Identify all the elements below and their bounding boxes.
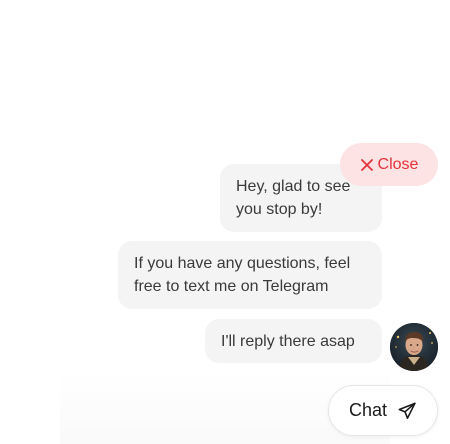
chat-button-label: Chat: [348, 400, 388, 420]
avatar: [390, 323, 438, 371]
message-bubble-reply: I'll reply there asap: [205, 319, 382, 363]
close-button[interactable]: Close: [340, 143, 438, 186]
message-text: I'll reply there asap: [221, 333, 355, 350]
chat-button[interactable]: Chat: [328, 385, 438, 436]
close-label: Close: [377, 155, 419, 173]
close-icon: [360, 158, 374, 172]
send-icon: [397, 401, 417, 421]
message-text: Hey, glad to see you stop by!: [236, 178, 351, 218]
message-text: If you have any questions, feel free to …: [134, 255, 351, 295]
chat-widget: Hey, glad to see you stop by! If you hav…: [0, 0, 450, 444]
message-bubble-telegram: If you have any questions, feel free to …: [118, 241, 382, 309]
